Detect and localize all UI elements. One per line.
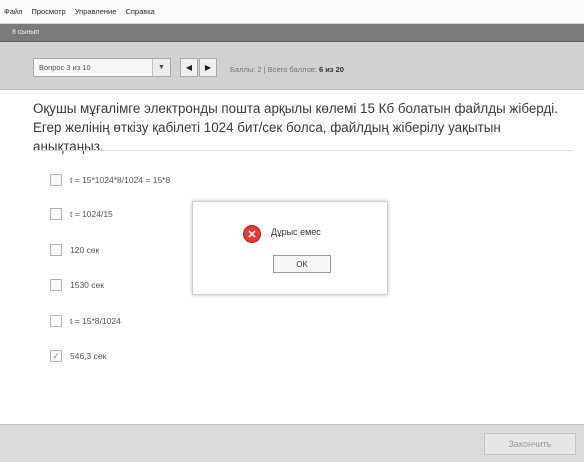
question-select-value: Вопрос 3 из 10 xyxy=(39,63,91,72)
answer-label: t = 1024/15 xyxy=(70,209,113,219)
total-label: Всего баллов: xyxy=(267,65,317,74)
finish-button[interactable]: Закончить xyxy=(484,433,576,455)
answer-option[interactable]: 120 сек xyxy=(50,242,99,258)
answer-option[interactable]: t = 15*8/1024 xyxy=(50,313,121,329)
answer-label: 120 сек xyxy=(70,245,100,255)
arrow-right-icon: ▶ xyxy=(204,63,212,72)
question-text: Оқушы мұғалімге электронды пошта арқылы … xyxy=(33,101,558,154)
window-title: 8 сынып xyxy=(12,29,40,36)
ok-button[interactable]: OK xyxy=(273,255,331,273)
checkbox-checked[interactable]: ✓ xyxy=(50,350,62,362)
footer-bar: Закончить xyxy=(0,424,584,462)
score-separator: | xyxy=(263,65,266,74)
checkmark-icon: ✓ xyxy=(52,350,60,361)
error-icon: ✕ xyxy=(243,225,261,243)
checkbox[interactable] xyxy=(50,208,62,220)
answer-option[interactable]: ✓ 546,3 сек xyxy=(50,348,106,364)
answer-label: t = 15*8/1024 xyxy=(70,316,121,326)
score-info: Баллы: 2 | Всего баллов: 6 из 20 xyxy=(230,65,344,74)
dialog-message: Дұрыс емес xyxy=(271,227,321,237)
menu-file[interactable]: Файл xyxy=(4,7,22,16)
answer-label: 1530 сек xyxy=(70,280,104,290)
answer-option[interactable]: 1530 сек xyxy=(50,277,104,293)
question-divider xyxy=(33,150,573,151)
toolbar: Вопрос 3 из 10 ▼ ◀ ▶ Баллы: 2 | Всего ба… xyxy=(0,42,584,90)
score-label: Баллы: 2 xyxy=(230,65,262,74)
total-value: 6 из 20 xyxy=(318,65,344,74)
answer-option[interactable]: t = 1024/15 xyxy=(50,206,113,222)
checkbox[interactable] xyxy=(50,315,62,327)
answer-label: t = 15*1024*8/1024 = 15*8 xyxy=(70,175,171,185)
prev-question-button[interactable]: ◀ xyxy=(180,58,198,77)
answer-label: 546,3 сек xyxy=(70,351,107,361)
menu-view[interactable]: Просмотр xyxy=(31,7,65,16)
result-dialog: ✕ Дұрыс емес OK xyxy=(192,201,388,295)
checkbox[interactable] xyxy=(50,174,62,186)
menu-manage[interactable]: Управление xyxy=(75,7,117,16)
window-title-bar: 8 сынып xyxy=(0,24,584,42)
checkbox[interactable] xyxy=(50,279,62,291)
chevron-down-icon[interactable]: ▼ xyxy=(152,59,170,76)
checkbox[interactable] xyxy=(50,244,62,256)
next-question-button[interactable]: ▶ xyxy=(199,58,217,77)
menu-bar: Файл Просмотр Управление Справка xyxy=(0,0,584,24)
answer-option[interactable]: t = 15*1024*8/1024 = 15*8 xyxy=(50,172,170,188)
question-select[interactable]: Вопрос 3 из 10 ▼ xyxy=(33,58,171,77)
menu-help[interactable]: Справка xyxy=(125,7,154,16)
arrow-left-icon: ◀ xyxy=(185,63,193,72)
